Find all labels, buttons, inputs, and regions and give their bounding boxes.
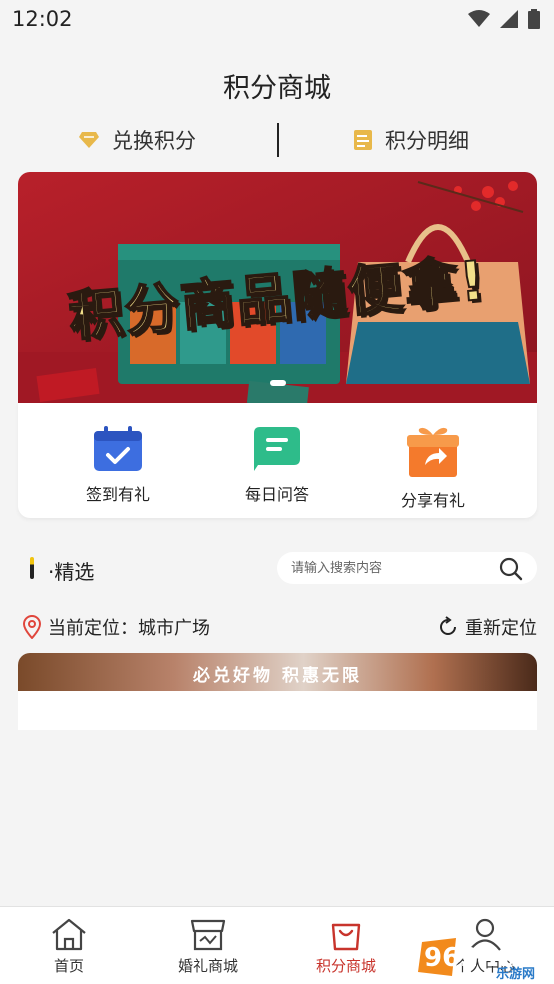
status-bar: 12:02	[0, 0, 554, 40]
tab-points-detail-label: 积分明细	[385, 129, 469, 153]
store-icon	[190, 919, 226, 951]
status-icons	[468, 9, 540, 29]
promo-text: 必兑好物 积惠无限	[193, 666, 362, 686]
quick-action-share[interactable]: 分享有礼	[373, 425, 493, 511]
location-row: 当前定位：城市广场 重新定位	[22, 614, 537, 644]
nav-wedding-mall[interactable]: 婚礼商城	[153, 917, 263, 976]
battery-icon	[528, 9, 540, 29]
tab-divider	[277, 123, 279, 157]
quick-action-share-label: 分享有礼	[400, 491, 465, 510]
watermark-subtext: 乐游网	[496, 966, 535, 980]
location-pin-icon	[22, 615, 42, 639]
quick-action-daily-qa[interactable]: 每日问答	[217, 425, 337, 505]
nav-points-mall[interactable]: 积分商城	[291, 917, 401, 976]
nav-home[interactable]: 首页	[14, 917, 124, 976]
quick-action-checkin-label: 签到有礼	[85, 485, 150, 504]
tab-points-detail[interactable]: 积分明细	[353, 120, 469, 160]
nav-wedding-mall-label: 婚礼商城	[177, 957, 238, 975]
current-location-text: 当前定位：城市广场	[48, 618, 210, 639]
nav-points-mall-label: 积分商城	[315, 957, 376, 975]
chat-icon	[254, 427, 300, 471]
promo-banner[interactable]: 积分商品随便拿!	[18, 172, 537, 403]
relocate-label: 重新定位	[465, 618, 537, 639]
status-time: 12:02	[12, 7, 73, 31]
top-tabs: 兑换积分 积分明细	[0, 120, 554, 160]
nav-home-label: 首页	[53, 957, 84, 975]
tab-exchange-points-label: 兑换积分	[112, 129, 196, 153]
search-icon[interactable]	[499, 557, 523, 581]
promo-card[interactable]: 必兑好物 积惠无限	[18, 653, 537, 730]
search-box	[277, 552, 537, 584]
calendar-check-icon	[94, 426, 142, 471]
shopping-bag-icon	[331, 923, 361, 951]
section-bar	[30, 557, 34, 579]
quick-action-daily-qa-label: 每日问答	[244, 485, 309, 504]
quick-action-checkin[interactable]: 签到有礼	[58, 425, 178, 505]
current-location: 当前定位：城市广场	[22, 614, 210, 640]
wifi-icon	[468, 10, 490, 27]
tab-exchange-points[interactable]: 兑换积分	[78, 120, 196, 160]
signal-icon	[500, 10, 518, 28]
page-title: 积分商城	[223, 73, 331, 104]
gift-share-icon	[407, 427, 459, 477]
search-input[interactable]	[291, 552, 491, 584]
section-header: ·精选	[18, 548, 537, 588]
diamond-icon	[79, 132, 99, 148]
document-icon	[354, 130, 372, 150]
section-title: ·精选	[48, 560, 95, 584]
banner-pagination-dot	[270, 380, 286, 386]
quick-actions-card: 签到有礼 每日问答 分享有礼	[18, 403, 537, 518]
refresh-icon	[440, 616, 456, 635]
home-icon	[52, 918, 86, 951]
watermark-logo: 962.NET 乐游网	[416, 934, 552, 982]
relocate-button[interactable]: 重新定位	[437, 614, 537, 640]
